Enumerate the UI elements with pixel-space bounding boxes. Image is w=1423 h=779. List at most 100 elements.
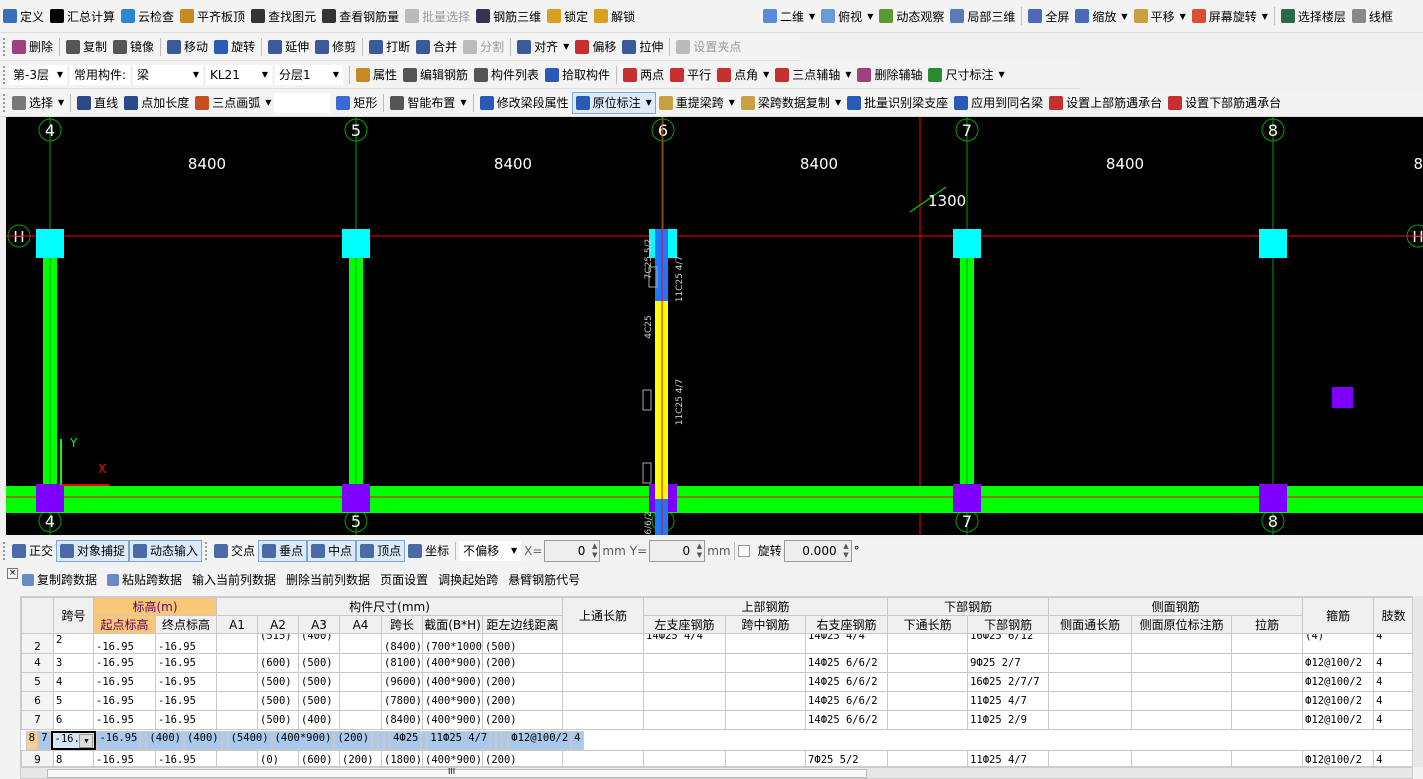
- re-extract-span-button[interactable]: 重提梁跨 ▼: [656, 92, 738, 114]
- pan-button[interactable]: 平移 ▼: [1131, 5, 1189, 27]
- chevron-down-icon[interactable]: ▼: [563, 42, 569, 51]
- table-cell[interactable]: [1048, 710, 1133, 730]
- glasses-button[interactable]: 查看钢筋量: [319, 5, 402, 27]
- offset-mode-select[interactable]: 不偏移 ▼: [459, 540, 522, 561]
- perpendicular-toggle[interactable]: 垂点: [258, 539, 308, 562]
- table-cell[interactable]: [643, 653, 727, 673]
- table-cell[interactable]: 14Ф25 6/6/2: [805, 691, 889, 711]
- rectangle-button[interactable]: 矩形: [333, 92, 380, 114]
- chevron-down-icon[interactable]: ▼: [835, 98, 841, 107]
- cursor-button[interactable]: 选择 ▼: [9, 92, 67, 114]
- table-cell[interactable]: [725, 653, 807, 673]
- extend-button[interactable]: 延伸: [265, 36, 312, 58]
- sigma-button[interactable]: 汇总计算: [47, 5, 118, 27]
- align-button[interactable]: 对齐 ▼: [514, 36, 572, 58]
- table-cell[interactable]: -16.95: [155, 633, 217, 654]
- chevron-down-icon[interactable]: ▼: [809, 12, 815, 21]
- column-header[interactable]: 侧面通长筋: [1048, 615, 1133, 634]
- table-cell[interactable]: (8400): [381, 710, 423, 730]
- table-cell[interactable]: [1048, 750, 1133, 766]
- table-cell[interactable]: [339, 633, 382, 654]
- column-header[interactable]: 跨长: [381, 615, 423, 634]
- table-cell[interactable]: (700*1000: [422, 633, 483, 654]
- table-cell[interactable]: (200): [481, 672, 564, 692]
- chevron-down-icon[interactable]: ▼: [1180, 12, 1186, 21]
- table-cell[interactable]: [725, 691, 807, 711]
- intersection-toggle[interactable]: 交点: [211, 540, 258, 562]
- column-header[interactable]: 侧面原位标注筋: [1131, 615, 1233, 634]
- delete-axis-button[interactable]: 删除辅轴: [854, 64, 925, 86]
- toolbar-grip[interactable]: [3, 541, 6, 560]
- table-cell[interactable]: 4: [1373, 672, 1412, 692]
- table-cell[interactable]: [562, 750, 645, 766]
- table-cell[interactable]: 3: [53, 653, 94, 673]
- table-cell[interactable]: (400*900): [422, 710, 483, 730]
- two-point-button[interactable]: 两点: [620, 64, 667, 86]
- column-header[interactable]: 距左边线距离: [481, 615, 564, 634]
- table-cell[interactable]: 4: [1373, 653, 1412, 673]
- table-row[interactable]: 8 7 -16.95 ▼ -16.95 (400) (400) (5400) (400*900)…: [21, 730, 588, 750]
- mirror-button[interactable]: 镜像: [110, 36, 157, 58]
- table-row[interactable]: 9 8 -16.95 -16.95 (0) (600) (200) (1800) (400*90…: [21, 750, 1412, 766]
- table-cell[interactable]: [562, 653, 645, 673]
- y-input[interactable]: 0 ▲ ▼: [649, 539, 706, 562]
- column-header[interactable]: A4: [339, 615, 382, 634]
- column-header[interactable]: 右支座钢筋: [805, 615, 889, 634]
- table-cell[interactable]: [1231, 750, 1304, 766]
- table-cell[interactable]: -16.95: [93, 750, 156, 766]
- panel-tool-button[interactable]: 粘贴跨数据: [107, 571, 182, 588]
- table-cell[interactable]: 4: [1373, 710, 1412, 730]
- table-cell[interactable]: [1131, 633, 1233, 654]
- line-button[interactable]: 直线: [74, 92, 121, 114]
- orbit-button[interactable]: 动态观察: [876, 5, 947, 27]
- table-cell[interactable]: [562, 633, 645, 654]
- rotate-checkbox[interactable]: [737, 544, 750, 557]
- table-cell[interactable]: [1131, 653, 1233, 673]
- column[interactable]: [953, 229, 981, 258]
- table-cell[interactable]: [562, 710, 645, 730]
- spinner-icon[interactable]: ▲ ▼: [697, 542, 702, 560]
- top-rebar-cap-button[interactable]: 设置上部筋遇承台: [1046, 92, 1165, 114]
- table-cell[interactable]: [216, 653, 258, 673]
- table-cell[interactable]: 9Ф25 2/7: [967, 653, 1050, 673]
- select-floor-button[interactable]: 选择楼层: [1278, 5, 1349, 27]
- toolbar-grip[interactable]: [3, 65, 6, 84]
- table-cell[interactable]: [1231, 691, 1304, 711]
- table-cell[interactable]: Ф12@100/2: [508, 730, 572, 750]
- arc-mode-select[interactable]: [274, 92, 331, 113]
- x-input[interactable]: 0 ▲ ▼: [544, 539, 601, 562]
- column-header[interactable]: 左支座钢筋: [643, 615, 727, 634]
- table-cell[interactable]: [643, 672, 727, 692]
- table-cell[interactable]: (500): [481, 633, 564, 654]
- arc-button[interactable]: 三点画弧 ▼: [192, 92, 274, 114]
- column-header[interactable]: A1: [216, 615, 258, 634]
- row-number[interactable]: 5: [21, 672, 54, 692]
- copy-button[interactable]: 复制: [63, 36, 110, 58]
- table-cell[interactable]: [1048, 653, 1133, 673]
- table-cell[interactable]: 5: [53, 691, 94, 711]
- vertex-toggle[interactable]: 顶点: [356, 539, 406, 562]
- table-cell[interactable]: (200): [481, 710, 564, 730]
- table-cell[interactable]: [1231, 653, 1304, 673]
- dynamic-input-toggle[interactable]: 动态输入: [129, 539, 203, 562]
- table-cell[interactable]: [643, 710, 727, 730]
- close-icon[interactable]: ×: [7, 568, 18, 579]
- table-cell[interactable]: [1131, 750, 1233, 766]
- table-cell[interactable]: [216, 691, 258, 711]
- table-cell[interactable]: [1131, 710, 1233, 730]
- row-number[interactable]: 7: [21, 710, 54, 730]
- table-cell[interactable]: (400): [146, 730, 184, 750]
- table-cell[interactable]: (9600): [381, 672, 423, 692]
- align-slab-button[interactable]: 平齐板顶: [177, 5, 248, 27]
- floor-select[interactable]: 第-3层 ▼: [9, 64, 67, 85]
- beam-axis-g[interactable]: [6, 486, 1423, 513]
- merge-button[interactable]: 合并: [413, 36, 460, 58]
- table-cell[interactable]: 11Ф25 4/7: [427, 730, 491, 750]
- table-cell[interactable]: (7800): [381, 691, 423, 711]
- split-button[interactable]: 分割: [460, 36, 507, 58]
- table-cell[interactable]: [1048, 672, 1133, 692]
- table-cell[interactable]: -16.95 ▼: [50, 730, 97, 750]
- table-cell[interactable]: 2: [53, 633, 94, 654]
- break-button[interactable]: 打断: [366, 36, 413, 58]
- table-cell[interactable]: 4: [571, 730, 584, 750]
